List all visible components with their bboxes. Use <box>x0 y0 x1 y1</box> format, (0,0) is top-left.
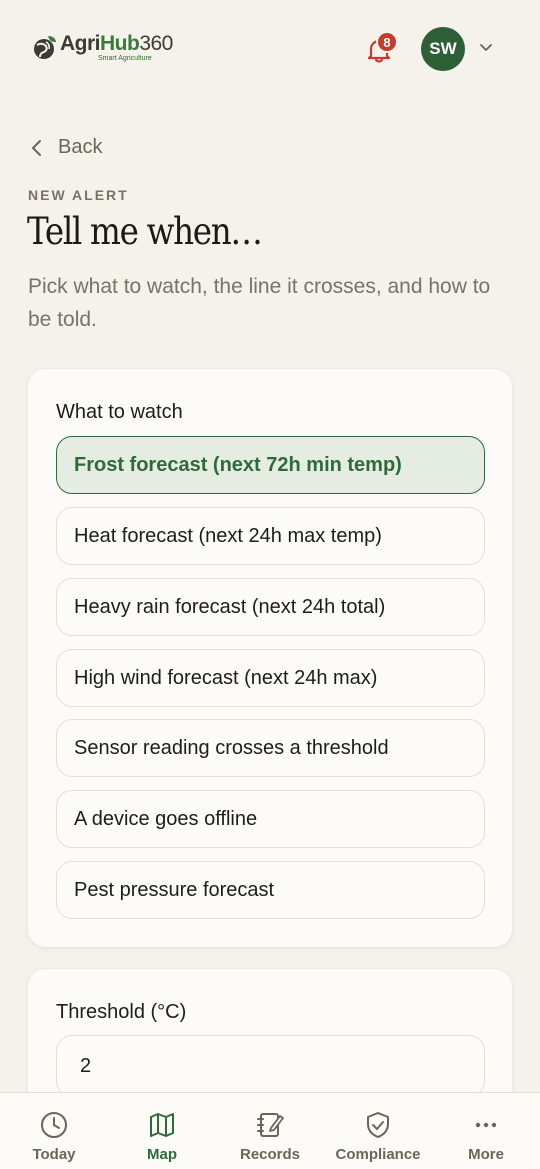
nav-item-today[interactable]: Today <box>0 1093 108 1169</box>
app-header: AgriHub360 Smart Agriculture 8 SW <box>0 0 540 100</box>
avatar[interactable]: SW <box>421 27 465 71</box>
watch-option-sensor[interactable]: Sensor reading crosses a threshold <box>56 719 485 777</box>
page-title: Tell me when… <box>27 210 263 253</box>
clock-icon <box>41 1112 67 1138</box>
logo-tagline: Smart Agriculture <box>98 55 152 62</box>
shield-check-icon <box>367 1112 389 1138</box>
threshold-input[interactable]: 2 <box>56 1035 485 1097</box>
notebook-icon <box>257 1113 284 1137</box>
back-label: Back <box>58 136 103 158</box>
ellipsis-icon <box>475 1122 497 1128</box>
watch-option-rain[interactable]: Heavy rain forecast (next 24h total) <box>56 578 485 636</box>
nav-label-compliance: Compliance <box>335 1146 421 1163</box>
nav-label-records: Records <box>239 1146 301 1163</box>
watch-card: What to watch Frost forecast (next 72h m… <box>28 369 512 947</box>
nav-item-more[interactable]: More <box>432 1093 540 1169</box>
watch-option-frost[interactable]: Frost forecast (next 72h min temp) <box>56 436 485 494</box>
watch-label: What to watch <box>56 401 183 423</box>
back-link[interactable]: Back <box>30 136 102 159</box>
watch-option-wind[interactable]: High wind forecast (next 24h max) <box>56 649 485 707</box>
watch-option-offline[interactable]: A device goes offline <box>56 790 485 848</box>
app-logo[interactable]: AgriHub360 Smart Agriculture <box>32 33 173 63</box>
notification-badge: 8 <box>376 31 398 53</box>
logo-brand-hub: Hub <box>100 32 140 55</box>
nav-label-more: More <box>468 1146 504 1163</box>
chevron-left-icon <box>32 139 41 156</box>
page: AgriHub360 Smart Agriculture 8 SW Back N… <box>0 0 540 1169</box>
bottom-nav: Today Map Records Compliance More <box>0 1092 540 1169</box>
logo-brand-agri: Agri <box>60 32 101 55</box>
threshold-label: Threshold (°C) <box>56 1001 187 1023</box>
map-icon <box>150 1113 174 1137</box>
page-eyebrow: NEW ALERT <box>28 187 129 203</box>
chevron-down-icon[interactable] <box>479 43 493 53</box>
page-subtitle: Pick what to watch, the line it crosses,… <box>28 275 491 331</box>
nav-item-map[interactable]: Map <box>108 1093 216 1169</box>
nav-item-records[interactable]: Records <box>216 1093 324 1169</box>
nav-label-map: Map <box>147 1146 177 1163</box>
nav-label-today: Today <box>32 1146 76 1163</box>
watch-option-pest[interactable]: Pest pressure forecast <box>56 861 485 919</box>
nav-item-compliance[interactable]: Compliance <box>324 1093 432 1169</box>
globe-leaf-icon <box>34 36 56 59</box>
logo-brand-360: 360 <box>139 32 173 55</box>
watch-option-heat[interactable]: Heat forecast (next 24h max temp) <box>56 507 485 565</box>
